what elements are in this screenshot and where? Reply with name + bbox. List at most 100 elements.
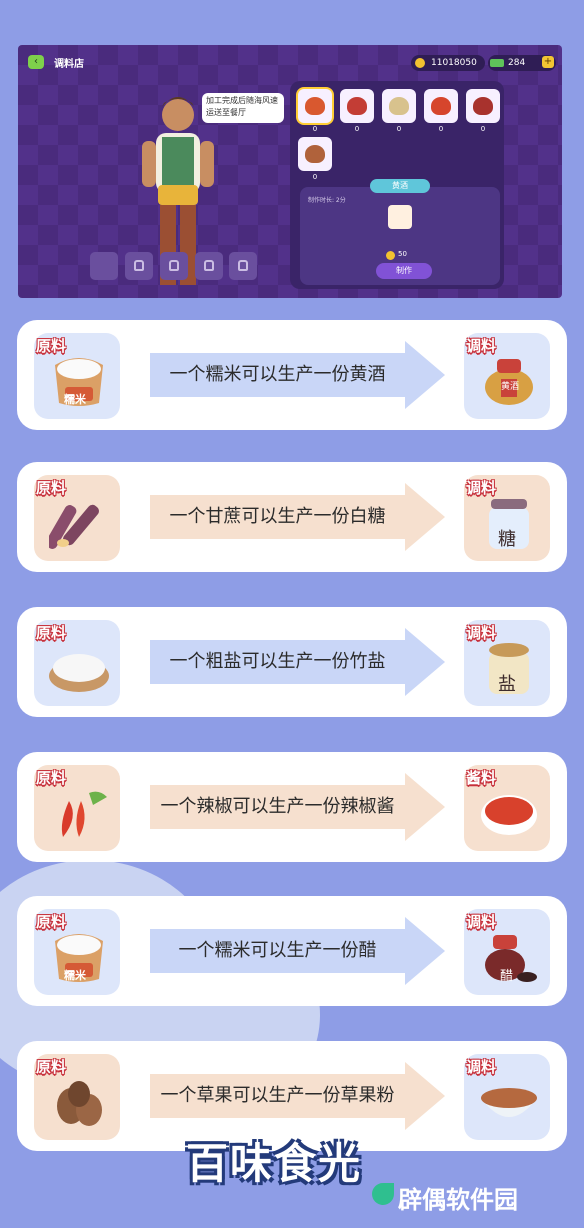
product-box: 调料 醋: [464, 909, 550, 995]
tsaoko-powder-icon: [305, 145, 325, 163]
shop-title: 调料店: [54, 59, 84, 70]
salt-bowl-icon: [49, 654, 109, 692]
lock-icon: [238, 260, 248, 271]
craft-time: 制作时长: 2分: [308, 197, 346, 204]
item-salt[interactable]: [382, 89, 416, 123]
watermark-text: 辟偶软件园: [398, 1186, 518, 1214]
speech-bubble: 加工完成后随海风速运送至餐厅: [202, 93, 284, 123]
watermark: 辟偶软件园: [372, 1180, 518, 1215]
ingredient-label: 糯米: [64, 969, 86, 982]
sugar-icon: [347, 97, 367, 115]
ingredient-box: 原料 糯米: [34, 333, 120, 419]
item-tsaoko-powder[interactable]: [298, 137, 332, 171]
item-count: 0: [480, 125, 486, 133]
lock-icon: [204, 260, 214, 271]
ingredient-box: 原料: [34, 475, 120, 561]
recipe-text: 一个辣椒可以生产一份辣椒酱: [160, 796, 395, 817]
recipe-detail: 黄酒 制作时长: 2分 50 制作: [300, 179, 500, 285]
recipe-text: 一个甘蔗可以生产一份白糖: [169, 506, 386, 527]
locked-slot[interactable]: [125, 252, 153, 280]
chili-sauce-icon: [431, 97, 451, 115]
ingredient-label: 糯米: [64, 393, 86, 406]
ingredient-tag: 原料: [36, 337, 67, 355]
coin-icon: [386, 251, 395, 260]
item-count: 0: [396, 125, 402, 133]
ingredient-tag: 原料: [36, 913, 67, 931]
yellow-wine-icon: [305, 97, 325, 115]
product-tag: 调料: [466, 624, 497, 642]
product-box: 调料 盐: [464, 620, 550, 706]
arrow-head: [405, 1062, 445, 1130]
item-count: 0: [354, 125, 360, 133]
game-screenshot: ‹ 调料店 11018050 284 + 加工完成后随海风速运送至餐厅 0 0 …: [18, 45, 562, 298]
chili-pepper-icon: [61, 791, 107, 837]
product-box: 调料 糖: [464, 475, 550, 561]
sugarcane-icon: [49, 504, 99, 549]
coin-counter: 11018050: [411, 55, 485, 71]
arrow-head: [405, 917, 445, 985]
arrow-head: [405, 341, 445, 409]
recipe-text: 一个糯米可以生产一份黄酒: [169, 364, 386, 385]
item-chili-sauce[interactable]: [424, 89, 458, 123]
recipe-card: 原料 一个辣椒可以生产一份辣椒酱 酱料: [17, 752, 567, 862]
game-logo: 百味食光: [186, 1139, 363, 1188]
cash-icon: [490, 59, 504, 67]
item-count: 0: [438, 125, 444, 133]
recipe-text: 一个糯米可以生产一份醋: [178, 940, 377, 961]
ingredient-tag: 原料: [36, 769, 67, 787]
product-tag: 酱料: [466, 769, 497, 787]
item-yellow-wine[interactable]: [298, 89, 332, 123]
locked-slot[interactable]: [229, 252, 257, 280]
locked-slot[interactable]: [160, 252, 188, 280]
recipe-card: 原料 一个粗盐可以生产一份竹盐 调料 盐: [17, 607, 567, 717]
top-bar: ‹ 调料店 11018050 284 +: [18, 45, 562, 75]
arrow-head: [405, 628, 445, 696]
cash-amount: 284: [508, 58, 526, 68]
coin-amount: 11018050: [431, 58, 477, 68]
ingredient-box: 原料: [34, 1054, 120, 1140]
vinegar-icon: [473, 97, 493, 115]
product-tag: 调料: [466, 479, 497, 497]
detail-ingredient-icon: [388, 205, 412, 229]
ingredient-tag: 原料: [36, 624, 67, 642]
product-label: 糖: [498, 529, 516, 550]
product-label: 醋: [500, 969, 514, 984]
arrow-head: [405, 483, 445, 551]
ingredient-tag: 原料: [36, 479, 67, 497]
product-tag: 调料: [466, 913, 497, 931]
recipe-text: 一个草果可以生产一份草果粉: [160, 1085, 395, 1106]
salt-icon: [389, 97, 409, 115]
lock-icon: [134, 260, 144, 271]
item-count: 0: [312, 173, 318, 181]
back-button[interactable]: ‹: [28, 55, 44, 69]
ingredient-box: 原料: [34, 620, 120, 706]
product-box: 调料: [464, 1054, 550, 1140]
product-box: 调料 黄酒: [464, 333, 550, 419]
locked-slot[interactable]: [195, 252, 223, 280]
ingredient-box: 原料: [34, 765, 120, 851]
recipe-card: 原料 糯米 一个糯米可以生产一份黄酒 调料 黄酒: [17, 320, 567, 430]
chili-sauce-bowl-icon: [481, 795, 537, 835]
item-sugar[interactable]: [340, 89, 374, 123]
item-count: 0: [312, 125, 318, 133]
product-label: 黄酒: [501, 382, 520, 392]
recipe-card: 原料 糯米 一个糯米可以生产一份醋 调料 醋: [17, 896, 567, 1006]
ingredient-tag: 原料: [36, 1058, 67, 1076]
product-tag: 调料: [466, 337, 497, 355]
lock-icon: [169, 260, 179, 271]
product-tag: 调料: [466, 1058, 497, 1076]
detail-title: 黄酒: [370, 179, 430, 193]
leaf-icon: [372, 1183, 394, 1205]
make-button[interactable]: 制作: [376, 263, 432, 279]
product-box: 酱料: [464, 765, 550, 851]
item-vinegar[interactable]: [466, 89, 500, 123]
coin-icon: [415, 58, 425, 68]
ingredient-box: 原料 糯米: [34, 909, 120, 995]
slot[interactable]: [90, 252, 118, 280]
tsaoko-fruit-icon: [57, 1081, 102, 1126]
arrow-head: [405, 773, 445, 841]
product-label: 盐: [498, 674, 516, 695]
recipe-card: 原料 一个甘蔗可以生产一份白糖 调料 糖: [17, 462, 567, 572]
craft-cost: 50: [398, 250, 407, 258]
add-cash-button[interactable]: +: [542, 56, 554, 68]
